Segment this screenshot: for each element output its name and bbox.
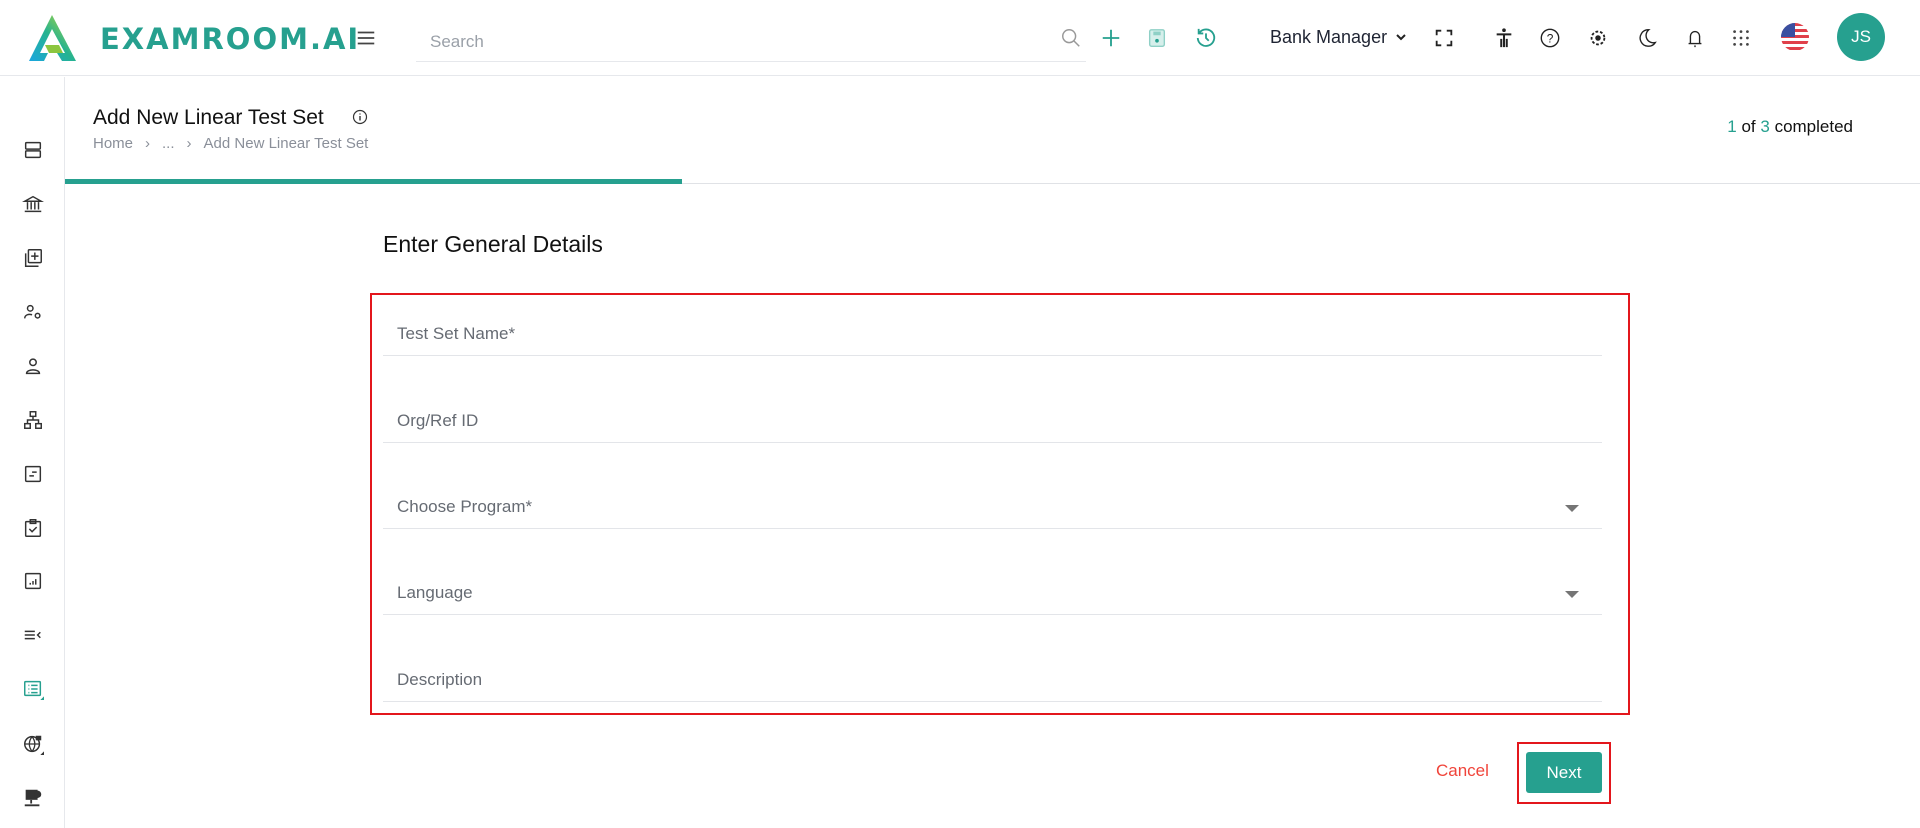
language-select[interactable]: Language <box>383 575 1602 615</box>
choose-program-select[interactable]: Choose Program* <box>383 489 1602 529</box>
avatar[interactable]: JS <box>1837 13 1885 61</box>
save-icon[interactable] <box>1145 26 1169 50</box>
computer-network-icon[interactable] <box>21 786 45 810</box>
role-dropdown[interactable]: Bank Manager <box>1270 27 1407 48</box>
server-icon[interactable] <box>21 138 45 162</box>
user-icon[interactable] <box>21 354 45 378</box>
progress-current: 1 <box>1727 117 1737 136</box>
menu-icon[interactable] <box>353 25 379 51</box>
moon-icon[interactable] <box>1635 26 1659 50</box>
progress-status: 1 of 3 completed <box>1727 117 1853 137</box>
svg-text:?: ? <box>1547 32 1554 46</box>
breadcrumb-home[interactable]: Home <box>93 135 133 152</box>
plus-icon[interactable] <box>1099 26 1123 50</box>
history-icon[interactable] <box>1194 26 1218 50</box>
dropdown-arrow-icon <box>1565 591 1579 598</box>
hierarchy-icon[interactable] <box>21 408 45 432</box>
next-button[interactable]: Next <box>1526 752 1602 793</box>
fullscreen-icon[interactable] <box>1432 26 1456 50</box>
search-input[interactable] <box>416 22 1086 62</box>
chevron-down-icon <box>1395 27 1407 48</box>
form-icon[interactable] <box>21 462 45 486</box>
progress-total: 3 <box>1760 117 1770 136</box>
bank-icon[interactable] <box>21 192 45 216</box>
bell-icon[interactable] <box>1683 26 1707 50</box>
list-collapse-icon[interactable] <box>21 623 45 647</box>
sidebar <box>0 77 65 828</box>
top-header: EXAMROOM.AI Bank Manager ? JS <box>0 0 1920 76</box>
us-flag-icon[interactable] <box>1781 23 1809 51</box>
field-label: Description <box>397 670 483 689</box>
logo-icon <box>29 15 76 61</box>
field-label: Choose Program* <box>397 497 533 516</box>
section-title: Enter General Details <box>383 231 603 257</box>
breadcrumb-separator: › <box>186 135 192 152</box>
field-label: Org/Ref ID <box>397 411 479 430</box>
gear-icon[interactable] <box>1586 26 1610 50</box>
progress-bar <box>65 179 682 184</box>
info-icon[interactable] <box>352 109 368 125</box>
org-ref-id-field[interactable]: Org/Ref ID <box>383 403 1602 443</box>
breadcrumb: Home › ... › Add New Linear Test Set <box>93 135 368 152</box>
breadcrumb-ellipsis[interactable]: ... <box>162 135 175 152</box>
logo-text: EXAMROOM.AI <box>100 22 361 56</box>
field-label: Language <box>397 583 473 602</box>
apps-grid-icon[interactable] <box>1729 26 1753 50</box>
report-chart-icon[interactable] <box>21 569 45 593</box>
page-title: Add New Linear Test Set <box>93 106 324 129</box>
clipboard-check-icon[interactable] <box>21 516 45 540</box>
user-settings-icon[interactable] <box>21 300 45 324</box>
field-label: Test Set Name* <box>397 324 516 343</box>
help-icon[interactable]: ? <box>1538 26 1562 50</box>
accessibility-icon[interactable] <box>1492 26 1516 50</box>
globe-icon[interactable] <box>21 732 45 756</box>
progress-suffix: completed <box>1774 117 1853 136</box>
progress-of: of <box>1741 117 1756 136</box>
list-icon[interactable] <box>21 677 45 701</box>
cancel-button[interactable]: Cancel <box>1436 761 1489 781</box>
add-library-icon[interactable] <box>21 246 45 270</box>
search-icon[interactable] <box>1059 26 1083 50</box>
role-label: Bank Manager <box>1270 27 1388 47</box>
breadcrumb-current: Add New Linear Test Set <box>203 135 369 152</box>
description-field[interactable]: Description <box>383 662 1602 702</box>
test-set-name-field[interactable]: Test Set Name* <box>383 316 1602 356</box>
dropdown-arrow-icon <box>1565 505 1579 512</box>
breadcrumb-separator: › <box>145 135 151 152</box>
